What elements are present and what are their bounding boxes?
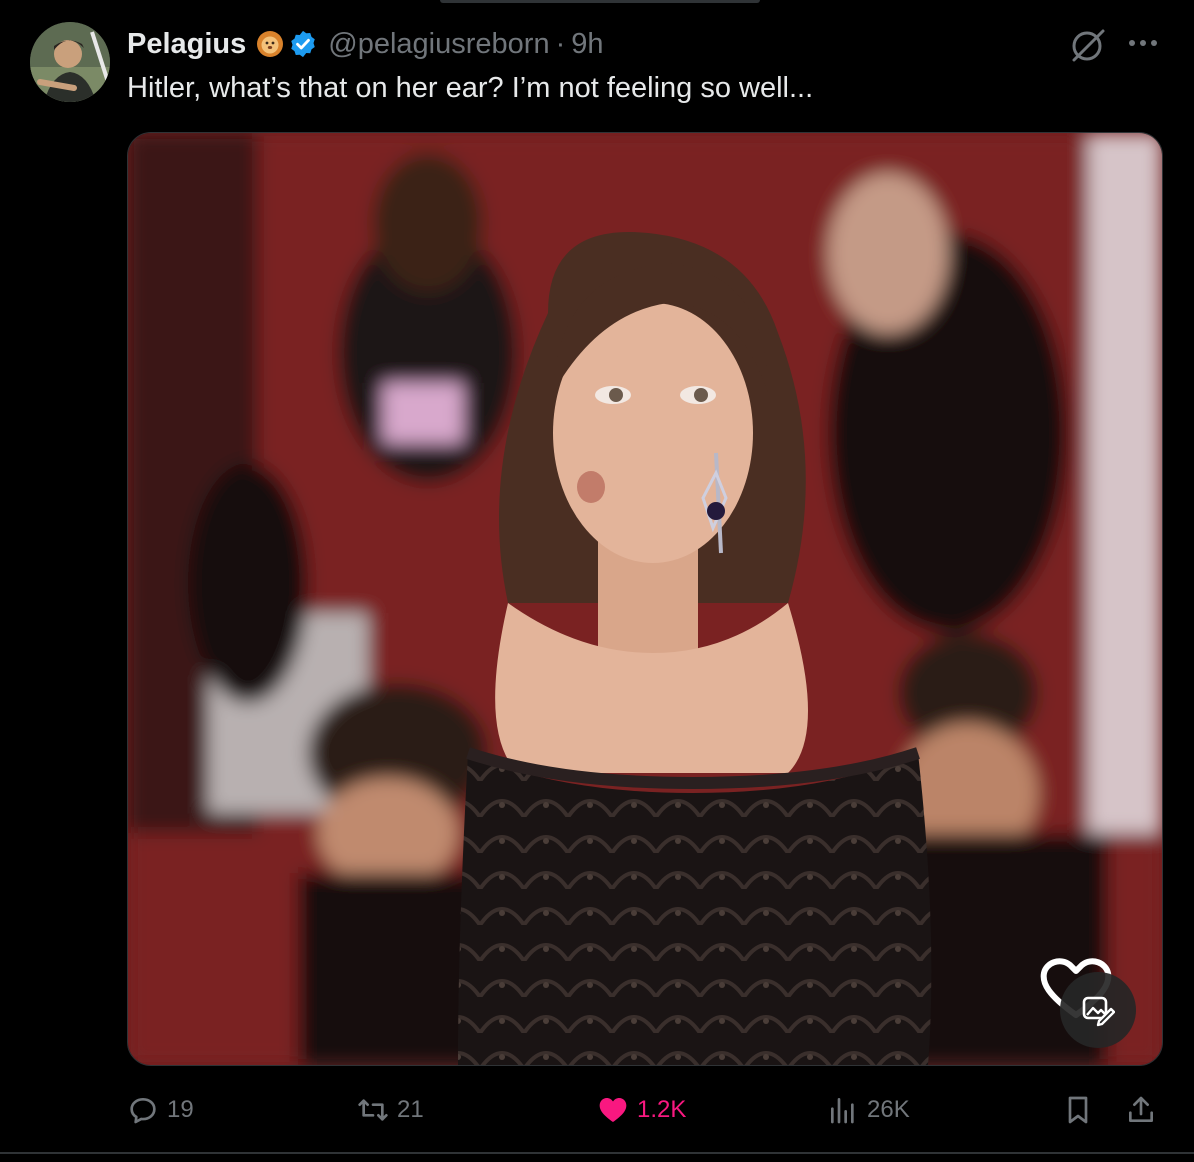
bookmark-icon <box>1068 1096 1088 1124</box>
heart-filled-icon <box>599 1098 627 1122</box>
handle[interactable]: @pelagiusreborn <box>328 28 549 61</box>
bookmark-button[interactable] <box>1062 1088 1094 1132</box>
share-button[interactable] <box>1125 1088 1157 1132</box>
views-button[interactable]: 26K <box>827 1088 910 1132</box>
tweet-header: Pelagius @pelagiusreborn · 9h <box>127 24 604 64</box>
avatar[interactable] <box>30 22 110 102</box>
share-icon <box>1129 1096 1153 1122</box>
more-options-icon[interactable] <box>1126 28 1160 58</box>
reply-count: 19 <box>167 1096 194 1123</box>
separator-dot: · <box>555 27 566 60</box>
edit-image-icon[interactable] <box>1060 972 1136 1048</box>
tweet-actions: 19 21 1.2K 26K <box>127 1088 1167 1132</box>
timestamp[interactable]: 9h <box>571 28 603 61</box>
verified-badge-icon[interactable] <box>288 29 318 59</box>
views-count: 26K <box>867 1096 910 1123</box>
reply-icon <box>130 1098 156 1124</box>
display-name[interactable]: Pelagius <box>127 28 246 61</box>
tweet-text: Hitler, what’s that on her ear? I’m not … <box>127 72 814 104</box>
like-button[interactable]: 1.2K <box>597 1088 686 1132</box>
views-icon <box>831 1098 854 1124</box>
lion-emoji-icon <box>256 30 284 58</box>
retweet-count: 21 <box>397 1096 424 1123</box>
divider <box>0 1152 1194 1154</box>
tweet-photo[interactable] <box>127 132 1163 1066</box>
like-count: 1.2K <box>637 1096 687 1123</box>
retweet-icon <box>358 1099 388 1121</box>
grok-icon[interactable] <box>1069 26 1107 64</box>
retweet-button[interactable]: 21 <box>357 1088 424 1132</box>
tweet[interactable]: Pelagius @pelagiusreborn · 9h Hitler, wh… <box>0 0 1194 1162</box>
reply-button[interactable]: 19 <box>127 1088 194 1132</box>
